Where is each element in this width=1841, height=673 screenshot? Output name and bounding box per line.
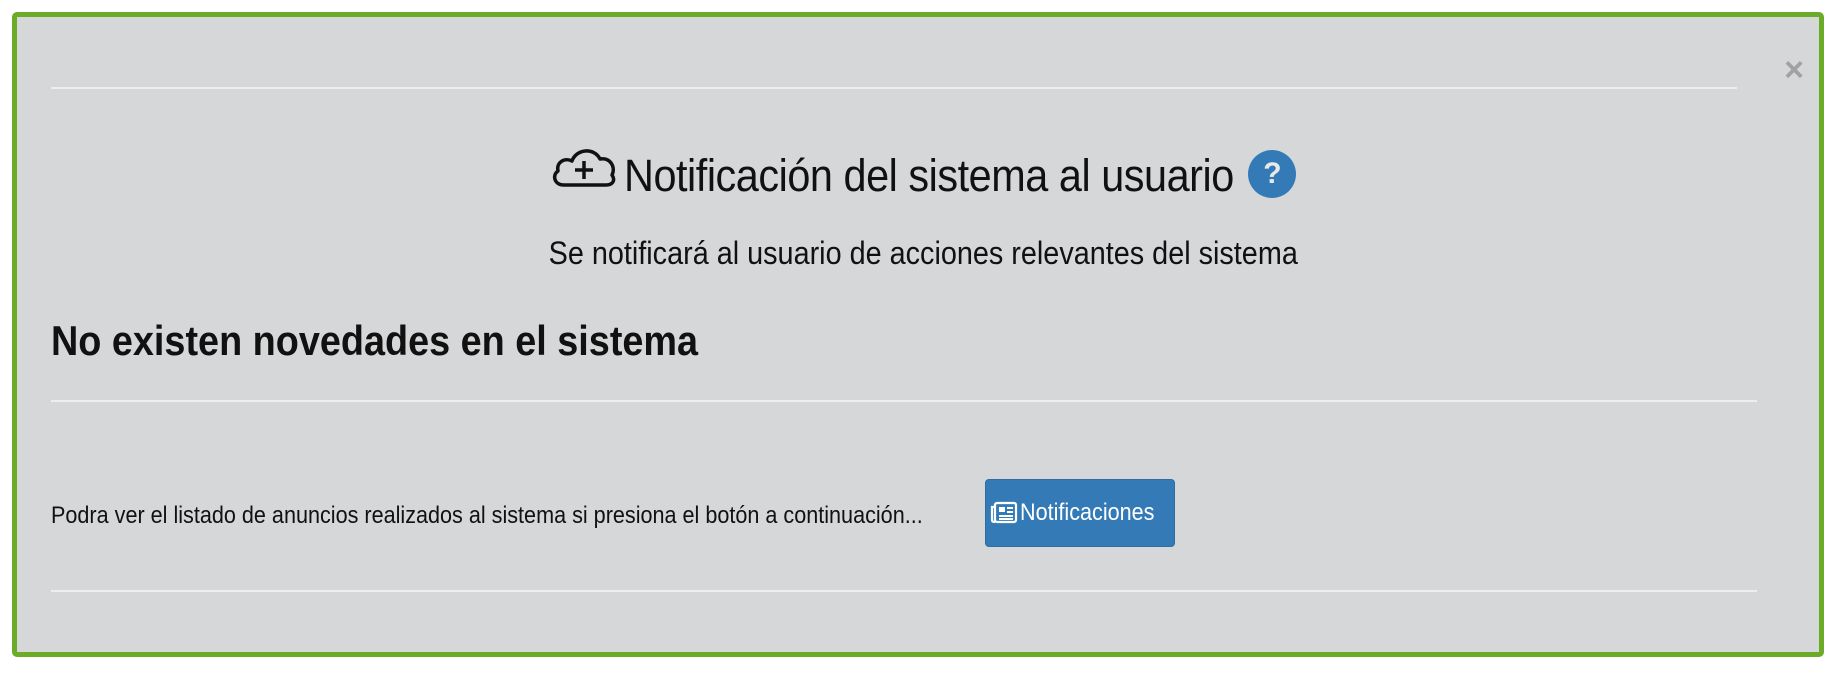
divider-middle: [51, 400, 1757, 402]
notifications-button-label: Notificaciones: [1020, 499, 1155, 526]
modal-title: Notificación del sistema al usuario: [623, 150, 1234, 201]
subtitle-text: Se notificará al usuario de acciones rel…: [548, 235, 1298, 271]
status-heading: No existen novedades en el sistema: [51, 317, 699, 364]
cloud-upload-icon: [552, 149, 615, 187]
divider-top: [51, 87, 1737, 89]
modal-subtitle: Se notificará al usuario de acciones rel…: [17, 235, 1829, 272]
close-icon[interactable]: ×: [1779, 53, 1809, 87]
info-text: Podra ver el listado de anuncios realiza…: [51, 502, 923, 529]
question-circle-icon[interactable]: ?: [1248, 150, 1297, 198]
notification-modal: × Notificación del sistema al usuario ? …: [12, 12, 1824, 657]
divider-bottom: [51, 590, 1757, 592]
notifications-button[interactable]: Notificaciones: [985, 479, 1175, 547]
modal-header: Notificación del sistema al usuario ?: [17, 135, 1829, 209]
newspaper-icon: [991, 501, 1018, 524]
